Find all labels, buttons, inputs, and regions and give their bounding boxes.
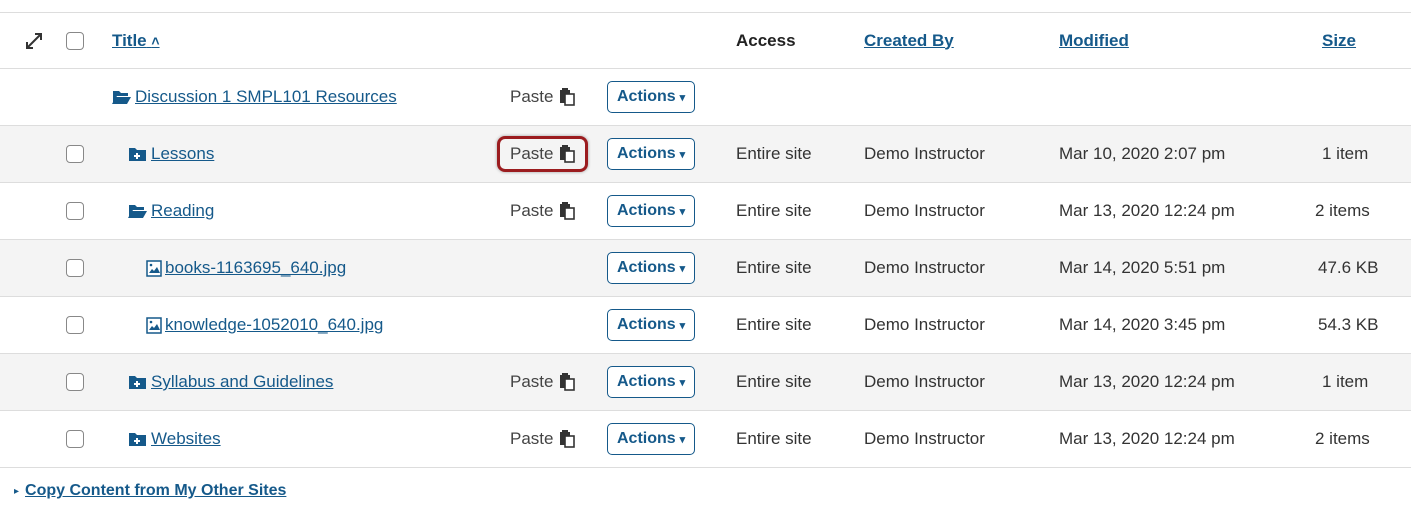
- modified-cell: Mar 14, 2020 5:51 pm: [1059, 258, 1226, 277]
- title-cell[interactable]: Websites: [128, 411, 221, 467]
- title-sort-link[interactable]: Title ˄: [112, 31, 160, 51]
- access-cell: Entire site: [736, 258, 812, 277]
- access-cell: Entire site: [736, 315, 812, 334]
- select-all-checkbox[interactable]: [66, 13, 84, 68]
- title-cell[interactable]: Syllabus and Guidelines: [128, 354, 333, 410]
- title-cell[interactable]: Lessons: [128, 126, 214, 182]
- item-link[interactable]: Lessons: [151, 144, 214, 164]
- paste-button[interactable]: Paste: [510, 354, 575, 410]
- size-cell: 2 items: [1315, 429, 1370, 448]
- folder-icon: [128, 146, 147, 162]
- row-checkbox[interactable]: [66, 297, 84, 353]
- paste-icon: [559, 145, 575, 163]
- paste-button[interactable]: Paste: [510, 411, 575, 467]
- row-checkbox[interactable]: [66, 183, 84, 239]
- access-cell: Entire site: [736, 201, 812, 220]
- row-checkbox[interactable]: [66, 126, 84, 182]
- copy-content-section: ▸ Copy Content from My Other Sites: [0, 468, 1411, 514]
- expand-triangle-icon[interactable]: ▸: [14, 486, 19, 497]
- actions-button[interactable]: Actions ▾: [607, 138, 696, 170]
- folder-icon: [128, 374, 147, 390]
- resources-table: Title ˄ Access Created By Modified Size …: [0, 12, 1411, 514]
- size-cell: 47.6 KB: [1318, 258, 1379, 277]
- actions-button[interactable]: Actions ▾: [607, 309, 696, 341]
- actions-button[interactable]: Actions ▾: [607, 252, 696, 284]
- actions-button[interactable]: Actions ▾: [607, 366, 696, 398]
- access-cell: Entire site: [736, 429, 812, 448]
- modified-column-header[interactable]: Modified: [1059, 13, 1129, 68]
- actions-button[interactable]: Actions ▾: [607, 81, 696, 113]
- parent-folder-link[interactable]: Discussion 1 SMPL101 Resources: [135, 87, 397, 107]
- table-row: Syllabus and Guidelines Paste Actions ▾ E…: [0, 354, 1411, 411]
- paste-icon: [559, 373, 575, 391]
- size-cell: 2 items: [1315, 201, 1370, 220]
- folder-open-icon: [112, 89, 131, 105]
- size-column-header[interactable]: Size: [1322, 13, 1356, 68]
- folder-icon: [128, 431, 147, 447]
- paste-icon: [559, 202, 575, 220]
- created-by-cell: Demo Instructor: [864, 201, 985, 220]
- modified-cell: Mar 13, 2020 12:24 pm: [1059, 429, 1235, 448]
- item-link[interactable]: books-1163695_640.jpg: [165, 258, 346, 278]
- modified-cell: Mar 14, 2020 3:45 pm: [1059, 315, 1226, 334]
- size-cell: 1 item: [1322, 372, 1369, 391]
- created-by-cell: Demo Instructor: [864, 315, 985, 334]
- folder-open-icon: [128, 203, 147, 219]
- created-by-cell: Demo Instructor: [864, 258, 985, 277]
- table-row: books-1163695_640.jpg Actions ▾ Entire si…: [0, 240, 1411, 297]
- table-row: Lessons Paste Actions ▾ Entire site Demo …: [0, 126, 1411, 183]
- actions-button[interactable]: Actions ▾: [607, 423, 696, 455]
- actions-button[interactable]: Actions ▾: [607, 195, 696, 227]
- row-checkbox[interactable]: [66, 411, 84, 467]
- item-link[interactable]: Syllabus and Guidelines: [151, 372, 333, 392]
- image-file-icon: [146, 317, 162, 334]
- table-header: Title ˄ Access Created By Modified Size: [0, 12, 1411, 69]
- created-by-cell: Demo Instructor: [864, 372, 985, 391]
- access-column-header: Access: [736, 30, 796, 50]
- title-cell[interactable]: Discussion 1 SMPL101 Resources: [112, 69, 397, 125]
- item-link[interactable]: Reading: [151, 201, 214, 221]
- copy-content-link[interactable]: Copy Content from My Other Sites: [25, 482, 286, 500]
- modified-cell: Mar 13, 2020 12:24 pm: [1059, 201, 1235, 220]
- row-checkbox[interactable]: [66, 354, 84, 410]
- size-cell: 54.3 KB: [1318, 315, 1379, 334]
- created-by-cell: Demo Instructor: [864, 429, 985, 448]
- access-cell: Entire site: [736, 144, 812, 163]
- size-cell: 1 item: [1322, 144, 1369, 163]
- access-cell: Entire site: [736, 372, 812, 391]
- row-checkbox[interactable]: [66, 240, 84, 296]
- item-link[interactable]: Websites: [151, 429, 221, 449]
- paste-button[interactable]: Paste: [510, 183, 575, 239]
- item-link[interactable]: knowledge-1052010_640.jpg: [165, 315, 383, 335]
- title-cell[interactable]: knowledge-1052010_640.jpg: [146, 297, 383, 353]
- image-file-icon: [146, 260, 162, 277]
- paste-button-highlighted[interactable]: Paste: [497, 136, 589, 172]
- paste-icon: [559, 430, 575, 448]
- paste-icon: [559, 88, 575, 106]
- table-row: Reading Paste Actions ▾ Entire site Demo …: [0, 183, 1411, 240]
- created-by-cell: Demo Instructor: [864, 144, 985, 163]
- table-row: Websites Paste Actions ▾ Entire site Demo…: [0, 411, 1411, 468]
- paste-button[interactable]: Paste: [510, 69, 575, 125]
- modified-cell: Mar 10, 2020 2:07 pm: [1059, 144, 1226, 163]
- title-column-header[interactable]: Title ˄: [112, 13, 160, 68]
- title-cell[interactable]: Reading: [128, 183, 214, 239]
- created-by-column-header[interactable]: Created By: [864, 13, 954, 68]
- title-cell[interactable]: books-1163695_640.jpg: [146, 240, 346, 296]
- modified-cell: Mar 13, 2020 12:24 pm: [1059, 372, 1235, 391]
- expand-collapse-icon[interactable]: [24, 13, 44, 68]
- table-row: knowledge-1052010_640.jpg Actions ▾ Entir…: [0, 297, 1411, 354]
- table-row-parent: Discussion 1 SMPL101 Resources Paste Act…: [0, 69, 1411, 126]
